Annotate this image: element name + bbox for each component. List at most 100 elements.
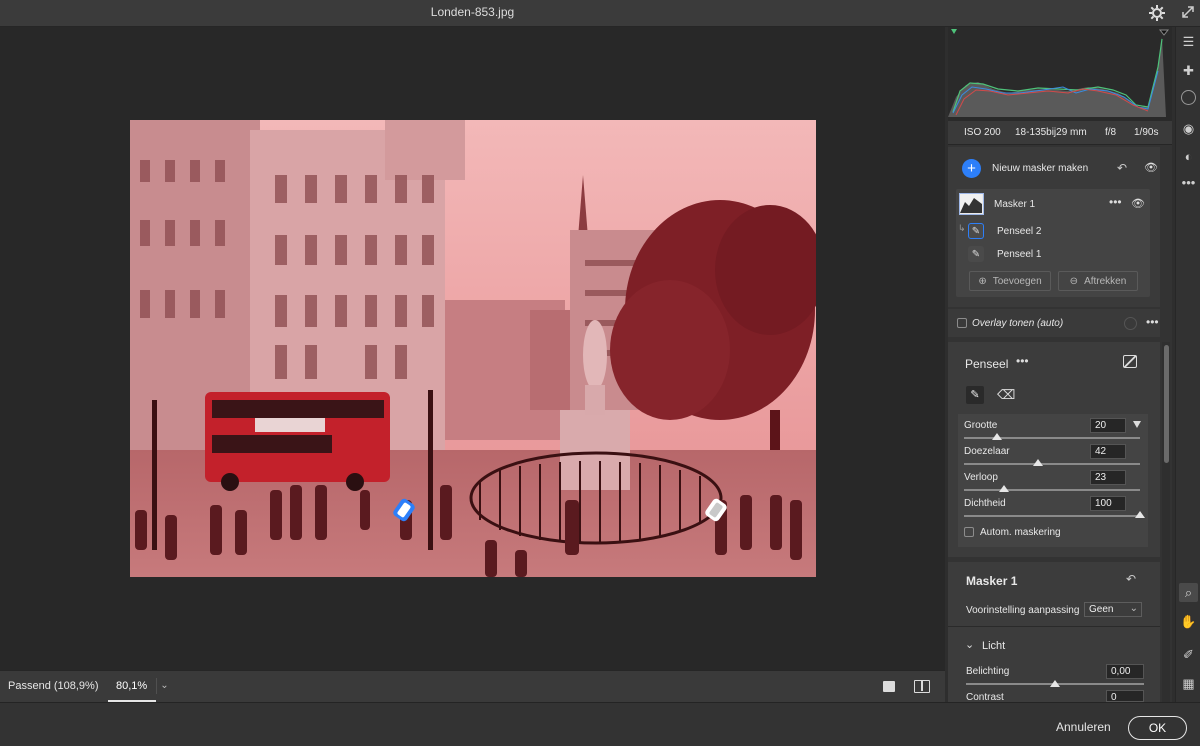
brush-slider-label: Verloop: [964, 472, 998, 483]
mask-thumbnail[interactable]: [959, 193, 984, 215]
mask-settings-section: Masker 1 ↶ Voorinstelling aanpassing Gee…: [948, 562, 1160, 703]
preset-chevron-icon: ⌄: [1129, 603, 1138, 614]
masking-icon[interactable]: [1181, 90, 1196, 105]
mask-visibility-eye-icon[interactable]: 👁: [1131, 197, 1145, 210]
aperture-value: f/8: [1105, 127, 1117, 138]
brush-slider-label: Grootte: [964, 420, 998, 431]
exposure-slider-thumb[interactable]: [1050, 680, 1060, 687]
title-bar: Londen-853.jpg: [0, 0, 1200, 27]
ok-button[interactable]: OK: [1128, 716, 1187, 740]
zoom-value[interactable]: 80,1%: [116, 680, 147, 692]
grid-overlay-icon[interactable]: ▦: [1179, 674, 1198, 693]
brush-tool-icon[interactable]: ✎: [966, 386, 984, 404]
subtract-label: Aftrekken: [1084, 275, 1127, 287]
brush-more-icon[interactable]: •••: [1016, 354, 1029, 368]
brush-slider-thumb[interactable]: [999, 485, 1010, 492]
masks-section: + Nieuw masker maken ↶ 👁 Masker 1 ••• 👁 …: [948, 147, 1160, 307]
brush-item-2[interactable]: Penseel 2: [997, 226, 1041, 237]
dialog-footer: Annuleren OK: [0, 702, 1200, 746]
brush-1-icon: ✎: [968, 246, 984, 262]
contrast-value[interactable]: 0: [1106, 690, 1144, 703]
mask-more-icon[interactable]: •••: [1109, 195, 1122, 209]
brush-slider-value[interactable]: 23: [1090, 470, 1126, 485]
undo-icon[interactable]: ↶: [1117, 161, 1127, 175]
exposure-value[interactable]: 0,00: [1106, 664, 1144, 679]
brush-slider-label: Doezelaar: [964, 446, 1010, 457]
brush-slider-value[interactable]: 42: [1090, 444, 1126, 459]
brush-slider-value[interactable]: 20: [1090, 418, 1126, 433]
brush-slider-label: Dichtheid: [964, 498, 1006, 509]
window-title: Londen-853.jpg: [430, 5, 515, 19]
color-sampler-icon[interactable]: ✐: [1179, 645, 1198, 664]
overlay-color-swatch[interactable]: [1124, 317, 1137, 330]
brush-section: Penseel ••• ✎ ⌫ Grootte 20 Doezelaar 42 Verl…: [948, 342, 1160, 557]
mask-settings-title: Masker 1: [966, 574, 1018, 588]
adjustment-panel: ISO 200 18-135bij29 mm f/8 1/90s + Nieuw…: [948, 27, 1172, 703]
mask-settings-reset-icon[interactable]: ↶: [1126, 572, 1136, 586]
exposure-label: Belichting: [966, 666, 1010, 677]
mask-list: Masker 1 ••• 👁 ↳ ✎ Penseel 2 ✎ Penseel 1…: [956, 189, 1150, 297]
brush-slider-track[interactable]: [964, 515, 1140, 517]
auto-mask-checkbox[interactable]: [964, 527, 974, 537]
hand-tool-icon[interactable]: ✋: [1179, 612, 1198, 631]
brush-slider-track[interactable]: [964, 437, 1140, 439]
expand-icon[interactable]: [1180, 4, 1196, 20]
panel-scrollbar-thumb[interactable]: [1164, 345, 1169, 463]
eraser-tool-icon[interactable]: ⌫: [997, 386, 1015, 404]
preset-value: Geen: [1089, 604, 1114, 615]
brush-item-1[interactable]: Penseel 1: [997, 249, 1041, 260]
brush-item-link-icon: ↳: [958, 223, 966, 233]
lens-value: 18-135bij29 mm: [1015, 127, 1087, 138]
new-mask-button[interactable]: +: [962, 159, 981, 178]
cancel-button[interactable]: Annuleren: [1056, 720, 1111, 734]
histogram: [948, 27, 1172, 121]
tool-strip: ☰ ✚ ◉ ◐ ••• ⌕ ✋ ✐ ▦: [1175, 27, 1200, 702]
section-divider: [948, 626, 1160, 627]
brush-slider-thumb[interactable]: [992, 433, 1003, 440]
zoom-tool-icon[interactable]: ⌕: [1179, 583, 1198, 602]
red-eye-icon[interactable]: ◉: [1179, 119, 1198, 138]
brush-slider-thumb[interactable]: [1032, 459, 1043, 466]
size-dropdown-triangle-icon[interactable]: [1133, 421, 1141, 428]
add-icon: ⊕: [978, 275, 987, 287]
add-button[interactable]: ⊕ Toevoegen: [969, 271, 1051, 291]
brush-mask-view-icon[interactable]: [1123, 355, 1137, 368]
mask-name[interactable]: Masker 1: [994, 199, 1035, 210]
brush-slider-track[interactable]: [964, 489, 1140, 491]
brush-slider-panel: Grootte 20 Doezelaar 42 Verloop 23 Dichtheid 10…: [958, 414, 1148, 532]
subtract-icon: ⊖: [1069, 275, 1079, 287]
brush-sliders: Grootte 20 Doezelaar 42 Verloop 23 Dichtheid 10…: [958, 414, 1148, 547]
overlay-checkbox[interactable]: [957, 318, 967, 328]
fit-zoom-button[interactable]: Passend (108,9%): [8, 680, 99, 692]
visibility-eye-icon[interactable]: 👁: [1144, 161, 1158, 174]
light-label[interactable]: Licht: [982, 640, 1005, 652]
brush-title: Penseel: [965, 357, 1009, 371]
single-view-icon[interactable]: [883, 681, 895, 692]
zoom-bar: Passend (108,9%) 80,1% ⌄: [0, 670, 945, 702]
subtract-button[interactable]: ⊖ Aftrekken: [1058, 271, 1138, 291]
healing-icon[interactable]: ✚: [1179, 61, 1198, 80]
iso-value: ISO 200: [964, 127, 1001, 138]
zoom-dropdown-chevron-icon[interactable]: ⌄: [156, 678, 172, 694]
add-label: Toevoegen: [992, 275, 1042, 287]
overlay-label[interactable]: Overlay tonen (auto): [972, 318, 1063, 329]
compare-view-icon[interactable]: [914, 680, 930, 693]
overlay-more-icon[interactable]: •••: [1146, 315, 1159, 329]
light-collapse-chevron-icon[interactable]: ⌄: [965, 638, 974, 651]
contrast-label: Contrast: [966, 692, 1004, 703]
shutter-value: 1/90s: [1134, 127, 1159, 138]
edit-sliders-icon[interactable]: ☰: [1179, 32, 1198, 51]
auto-mask-label[interactable]: Autom. maskering: [980, 527, 1061, 538]
more-tools-icon[interactable]: •••: [1179, 173, 1198, 192]
brush-slider-value[interactable]: 100: [1090, 496, 1126, 511]
photo-with-mask-overlay[interactable]: [130, 120, 816, 577]
new-mask-label[interactable]: Nieuw masker maken: [992, 163, 1088, 174]
presets-icon[interactable]: ◐: [1179, 147, 1198, 166]
brush-slider-thumb[interactable]: [1135, 511, 1145, 518]
preset-select[interactable]: Geen ⌄: [1084, 602, 1142, 617]
preset-label: Voorinstelling aanpassing: [966, 605, 1080, 616]
brush-2-icon: ✎: [968, 223, 984, 239]
overlay-row: Overlay tonen (auto) •••: [948, 309, 1160, 337]
settings-gear-icon[interactable]: [1148, 4, 1166, 22]
brush-slider-track[interactable]: [964, 463, 1140, 465]
